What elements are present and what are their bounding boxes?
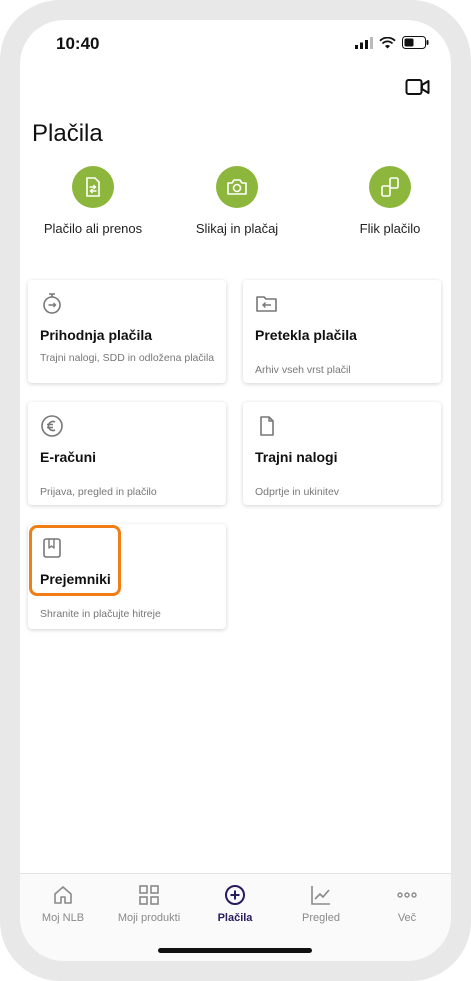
card-standing-orders[interactable]: Trajni nalogi Odprtje in ukinitev [243, 402, 441, 505]
status-time: 10:40 [56, 34, 100, 53]
card-past-payments[interactable]: Pretekla plačila Arhiv vseh vrst plačil [243, 280, 441, 383]
plus-circle-icon [225, 885, 245, 905]
card-title: Prihodnja plačila [40, 327, 153, 343]
page-title: Plačila [32, 120, 103, 147]
folder-arrow-icon [256, 296, 277, 312]
status-icons [355, 36, 429, 49]
grid-icon [139, 885, 159, 905]
video-call-icon[interactable] [405, 76, 431, 98]
battery-icon [402, 36, 429, 49]
card-e-invoices[interactable]: E-računi Prijava, pregled in plačilo [28, 402, 226, 505]
camera-icon [216, 166, 258, 208]
card-subtitle: Arhiv vseh vrst plačil [255, 364, 351, 376]
home-icon [54, 886, 72, 904]
highlight-box [29, 525, 121, 596]
tab-label: Moj NLB [41, 912, 85, 924]
signal-icon [355, 36, 373, 49]
tab-pregled[interactable]: Pregled [278, 884, 364, 924]
card-title: Trajni nalogi [255, 449, 338, 465]
status-bar: 10:40 [20, 20, 451, 70]
tab-label: Moji produkti [117, 912, 181, 924]
wifi-icon [379, 36, 396, 48]
quick-action-label: Flik plačilo [359, 221, 421, 236]
more-icon [397, 892, 417, 898]
euro-icon [41, 415, 63, 437]
tab-label: Plačila [217, 912, 253, 924]
card-subtitle: Trajni nalogi, SDD in odložena plačila [40, 352, 215, 364]
tab-placila[interactable]: Plačila [192, 884, 278, 924]
tab-moji-produkti[interactable]: Moji produkti [106, 884, 192, 924]
tab-moj-nlb[interactable]: Moj NLB [20, 884, 106, 924]
document-icon [260, 416, 274, 436]
quick-action-payment-transfer[interactable]: Plačilo ali prenos [23, 166, 163, 236]
tab-label: Pregled [302, 912, 340, 924]
tab-vec[interactable]: Več [364, 884, 450, 924]
timer-icon [43, 293, 61, 314]
card-subtitle: Odprtje in ukinitev [255, 486, 340, 498]
tab-label: Več [397, 912, 417, 924]
quick-action-label: Plačilo ali prenos [43, 221, 143, 236]
flik-icon [369, 166, 411, 208]
home-indicator [158, 948, 312, 953]
card-title: Pretekla plačila [255, 327, 357, 343]
card-title: E-računi [40, 449, 97, 465]
card-subtitle: Shranite in plačujte hitreje [40, 608, 161, 620]
card-future-payments[interactable]: Prihodnja plačila Trajni nalogi, SDD in … [28, 280, 226, 383]
chart-icon [311, 886, 330, 905]
quick-action-label: Slikaj in plačaj [195, 221, 279, 236]
screen: 10:40 Plačila Plačilo ali prenos Slikaj … [20, 20, 451, 961]
quick-action-photo-pay[interactable]: Slikaj in plačaj [167, 166, 307, 236]
quick-action-flik[interactable]: Flik plačilo [320, 166, 451, 236]
card-subtitle: Prijava, pregled in plačilo [40, 486, 157, 498]
transfer-document-icon [72, 166, 114, 208]
